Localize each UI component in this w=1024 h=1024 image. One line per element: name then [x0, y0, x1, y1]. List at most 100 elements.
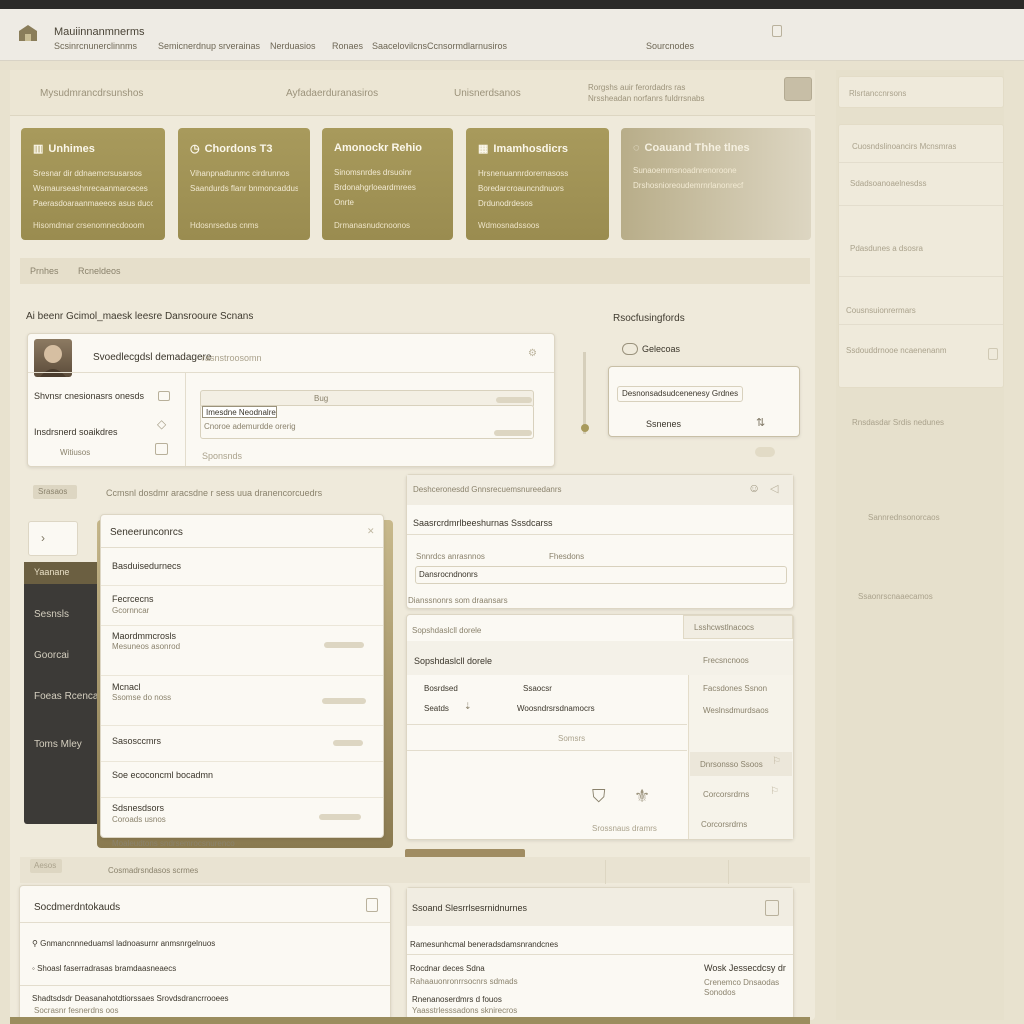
- table-tab[interactable]: Lsshcwstlnacocs: [683, 615, 793, 639]
- bottom-right-value-sub: Crenemco Dnsaodas Sonodos: [704, 978, 780, 997]
- home-icon[interactable]: [18, 24, 38, 42]
- summary-card-2[interactable]: ◷ Chordons T3 Vihanpnadtunmc cirdrunnos S…: [178, 128, 310, 240]
- chip: [324, 642, 364, 648]
- table-side-item-extra[interactable]: Corcorsrdrns: [701, 820, 747, 829]
- document-icon[interactable]: [988, 348, 998, 360]
- table-side-item[interactable]: Corcorsrdrns: [703, 790, 749, 799]
- quick-input-value: Desnonsadsudcenenesy Grdnes: [622, 389, 739, 398]
- right-list-item[interactable]: Ssdouddrnooe ncaenenanm: [846, 346, 947, 355]
- divider: [839, 162, 1003, 163]
- close-icon[interactable]: ✕: [367, 526, 375, 537]
- profile-panel-title: Svoedlecgdsl demadagere: [93, 352, 212, 363]
- right-list-item[interactable]: Sdadsoanoaelnesdss: [850, 179, 927, 188]
- nav-item-1[interactable]: Scsinrcnunerclinnms: [54, 41, 137, 51]
- card-title: Amonockr Rehio: [334, 142, 423, 154]
- sidebar-item-3[interactable]: Foeas Rcenca: [34, 691, 98, 702]
- summary-card-1[interactable]: ▥ Unhimes Sresnar dir ddnaemcrsusarsos Ws…: [21, 128, 165, 240]
- form-label-a: Snnrdcs anrasnnos: [416, 552, 485, 561]
- filter-chip-1[interactable]: Prnhes: [30, 266, 59, 276]
- quick-input[interactable]: Desnonsadsudcenenesy Grdnes: [617, 386, 743, 402]
- collapse-button[interactable]: ›: [28, 521, 78, 556]
- divider: [839, 205, 1003, 206]
- profile-field-value: Imesdne Neodnalre: [206, 408, 276, 417]
- document-icon[interactable]: [366, 898, 378, 912]
- list-item-title: Sasosccmrs: [112, 736, 162, 746]
- toolbar-item-3[interactable]: Unisnerdsanos: [454, 88, 521, 99]
- summary-card-4[interactable]: ▦ Imamhosdicrs Hrsnenuannrdorernasoss Bor…: [466, 128, 609, 240]
- summary-card-5[interactable]: ◌ Coauand Thhe tlnes Sunaoemmsnoadnrenoro…: [621, 128, 811, 240]
- toggle-switch[interactable]: [755, 447, 775, 457]
- list-item[interactable]: Sasosccmrs: [101, 726, 383, 762]
- card-line: Drshosnioreoudemrnrlanonrecf: [633, 181, 744, 190]
- toolbar-item-2[interactable]: Ayfadaerduranasiros: [286, 88, 378, 99]
- slider-thumb[interactable]: [581, 424, 589, 432]
- toolbar-action-button[interactable]: [784, 77, 812, 101]
- nav-item-5[interactable]: Saacelovilcns: [372, 41, 427, 51]
- list-item[interactable]: Basduisedurnecs: [101, 548, 383, 586]
- nav-item-3[interactable]: Nerduasios: [270, 41, 316, 51]
- right-list-item[interactable]: Rnsdasdar Srdis nedunes: [852, 418, 944, 427]
- slider-track[interactable]: [583, 352, 586, 434]
- list-item-title: Basduisedurnecs: [112, 561, 182, 571]
- list-item[interactable]: Soe ecoconcml bocadmn: [101, 762, 383, 798]
- expand-icon[interactable]: ◁: [770, 482, 778, 495]
- nav-item-4[interactable]: Ronaes: [332, 41, 363, 51]
- bookmark-icon[interactable]: ⚐: [770, 786, 779, 797]
- card-title: Chordons T3: [204, 142, 273, 155]
- right-list-item[interactable]: Cuosndslinoancirs Mcnsmras: [852, 142, 956, 151]
- form-panel-header-text: Deshceronesdd Gnnsrecuemsnureedanrs: [413, 485, 562, 494]
- nav-item-6[interactable]: Ccnsormdlarnusiros: [427, 41, 507, 51]
- quick-chip[interactable]: Gelecoas: [622, 343, 680, 355]
- list-item[interactable]: Mcnacl Ssomse do noss: [101, 676, 383, 726]
- badge-icon[interactable]: ⚜: [634, 786, 650, 807]
- table-side-item[interactable]: Facsdones Ssnon: [703, 684, 783, 694]
- table-side-status[interactable]: Dnrsonsso Ssoos ⚐: [690, 752, 792, 776]
- list-item-title: Mcnacl: [112, 682, 141, 692]
- chip: [319, 814, 361, 820]
- profile-row-label: Witiusos: [60, 448, 91, 457]
- toolbar-item-1[interactable]: Mysudmrancdrsunshos: [40, 88, 143, 99]
- table-cell-a: Seatds: [424, 704, 449, 713]
- profile-row-label: Insdrsnerd soaikdres: [34, 427, 118, 437]
- bottom-left-line-text: Shoasl faserradrasas bramdaasneaecs: [37, 964, 177, 973]
- form-input[interactable]: Dansrocndnonrs: [415, 566, 787, 584]
- sidebar-item-1[interactable]: Sesnsls: [34, 609, 69, 620]
- sidebar-tab[interactable]: Yaanane: [24, 562, 102, 584]
- card-icon[interactable]: [158, 391, 170, 401]
- list-panel-footer: Moaleudtons sndrsemrocsnurenco: [112, 839, 235, 848]
- right-list-item[interactable]: Cousnsuionrermars: [846, 306, 916, 315]
- table-col-a: Bosrdsed: [424, 684, 458, 693]
- quick-submit-button[interactable]: Ssnenes: [646, 419, 681, 429]
- list-item[interactable]: Sdsnesdsors Coroads usnos: [101, 798, 383, 836]
- filter-chip-2[interactable]: Rcneldeos: [78, 266, 121, 276]
- list-item[interactable]: Maordmmcrosls Mesuneos asonrod: [101, 626, 383, 676]
- sidebar-item-2[interactable]: Goorcai: [34, 650, 69, 661]
- diamond-icon[interactable]: ◇: [157, 417, 166, 431]
- table-side-item[interactable]: Weslnsdmurdsaos: [703, 706, 769, 715]
- list-item[interactable]: Fecrcecns Gcornncar: [101, 586, 383, 626]
- right-list-item[interactable]: Sannrednsonorcaos: [868, 513, 940, 522]
- right-top-box[interactable]: Rlsrtanccnrsons: [838, 76, 1004, 108]
- lower-badge-text: Aesos: [34, 861, 57, 870]
- card-line: Saandurds flanr bnmoncaddus: [190, 184, 298, 193]
- smile-icon[interactable]: ☺: [748, 481, 760, 495]
- sort-icon[interactable]: ⇅: [756, 416, 765, 429]
- divider: [605, 860, 606, 884]
- profile-value-box[interactable]: Imesdne Neodnalre: [202, 406, 277, 418]
- right-list-item[interactable]: Ssaonrscnaaecamos: [858, 592, 933, 601]
- document-icon[interactable]: [772, 25, 782, 37]
- toolbar-item-4[interactable]: Rorgshs auir ferordadrs ras Nrssheadan n…: [588, 82, 708, 104]
- arrow-icon[interactable]: ⇣: [464, 701, 472, 712]
- sidebar-item-4[interactable]: Toms Mley: [34, 739, 82, 750]
- shield-icon[interactable]: ⛉: [592, 786, 606, 807]
- right-list-item[interactable]: Pdasdunes a dsosra: [850, 244, 923, 253]
- divider: [407, 750, 687, 751]
- divider: [185, 373, 186, 466]
- card-title: Coauand Thhe tlnes: [644, 142, 750, 154]
- calendar-icon[interactable]: [155, 443, 168, 455]
- summary-card-3[interactable]: Amonockr Rehio Sinomsnrdes drsuoinr Brdo…: [322, 128, 453, 240]
- settings-icon[interactable]: ⚙: [528, 348, 537, 359]
- document-icon[interactable]: [765, 900, 779, 916]
- nav-item-7[interactable]: Sourcnodes: [646, 41, 694, 51]
- nav-item-2[interactable]: Semicnerdnup srverainas: [158, 41, 260, 51]
